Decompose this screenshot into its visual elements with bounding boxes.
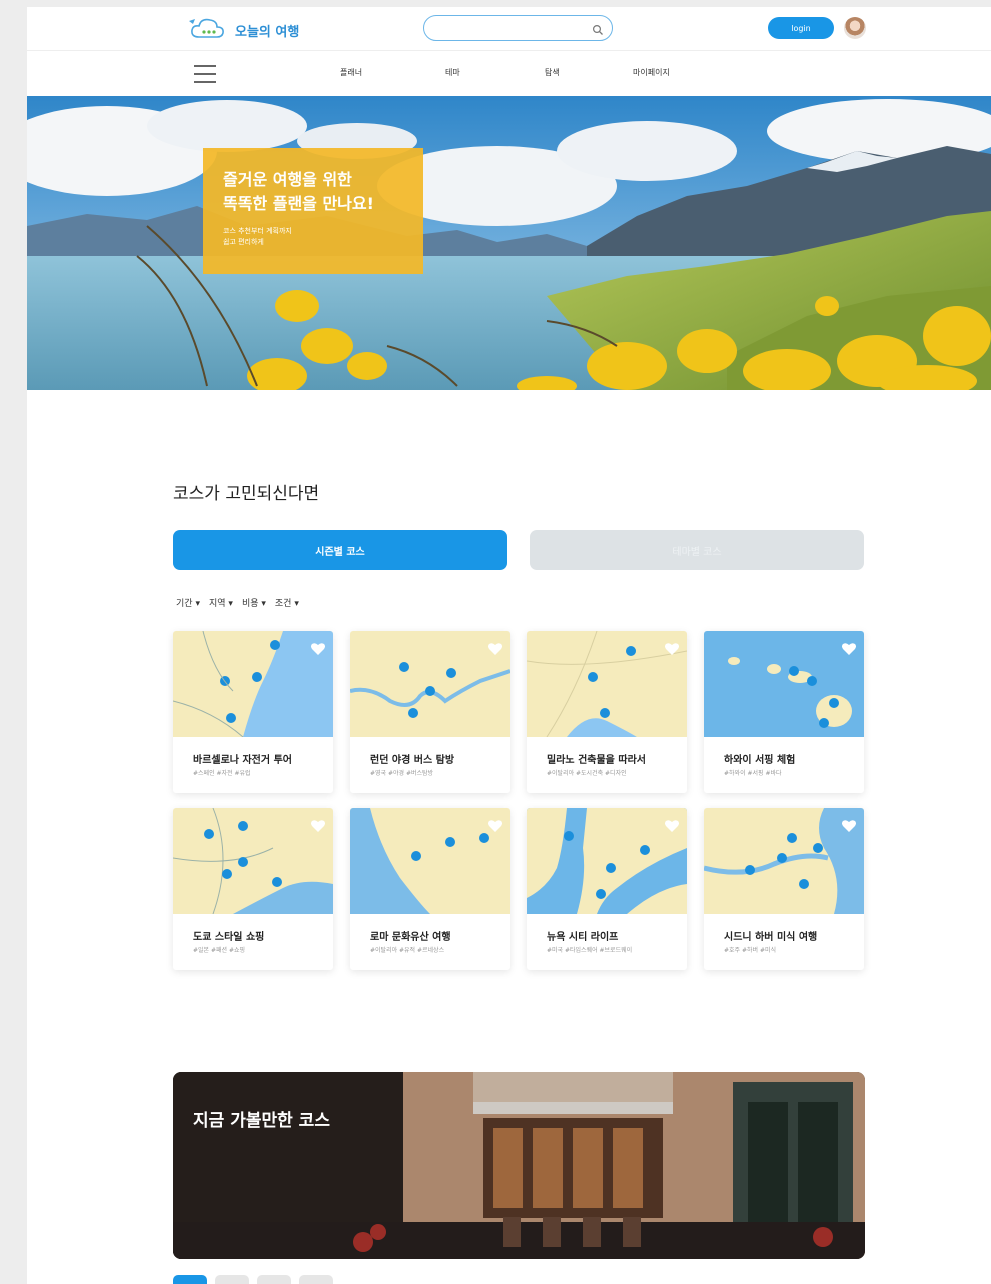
- menu-icon[interactable]: [194, 65, 216, 83]
- heart-icon[interactable]: [487, 818, 503, 837]
- avatar[interactable]: [844, 17, 866, 39]
- chevron-down-icon: ▾: [228, 599, 233, 609]
- filter-region[interactable]: 지역 ▾: [209, 596, 233, 609]
- filter-condition[interactable]: 조건 ▾: [275, 596, 299, 609]
- chevron-down-icon: ▾: [261, 599, 266, 609]
- nav-item-theme[interactable]: 테마: [445, 67, 460, 78]
- hero-promo-box: 즐거운 여행을 위한 똑똑한 플랜을 만나요! 코스 추천부터 계획까지 쉽고 …: [203, 148, 423, 274]
- filter-cost-label: 비용: [241, 599, 259, 609]
- map-thumbnail: [704, 808, 864, 914]
- course-card-hawaii[interactable]: 하와이 서핑 체험 #하와이 #서핑 #바다: [704, 631, 864, 793]
- logo[interactable]: 오늘의 여행: [187, 15, 299, 45]
- filter-bar: 기간 ▾ 지역 ▾ 비용 ▾ 조건 ▾: [176, 596, 299, 609]
- heart-icon[interactable]: [841, 641, 857, 660]
- map-thumbnail: [173, 631, 333, 737]
- card-title: 로마 문화유산 여행: [370, 932, 451, 943]
- card-tags: #이탈리아 #도시건축 #디자인: [547, 770, 627, 777]
- promo-title-line2: 똑똑한 플랜을 만나요!: [223, 194, 374, 213]
- heart-icon[interactable]: [664, 818, 680, 837]
- heart-icon[interactable]: [310, 818, 326, 837]
- pagination-dot[interactable]: [215, 1275, 249, 1284]
- cloud-logo-icon: [187, 15, 229, 45]
- pagination-dot[interactable]: [299, 1275, 333, 1284]
- carousel-pagination: [173, 1275, 333, 1284]
- section-title: 코스가 고민되신다면: [173, 484, 320, 504]
- hero-banner: 즐거운 여행을 위한 똑똑한 플랜을 만나요! 코스 추천부터 계획까지 쉽고 …: [27, 96, 991, 390]
- chevron-down-icon: ▾: [294, 599, 299, 609]
- heart-icon[interactable]: [487, 641, 503, 660]
- street-cafe-image: [173, 1072, 865, 1259]
- card-tags: #영국 #야경 #버스탐방: [370, 770, 434, 777]
- nav-bar: 플래너 테마 탐색 마이페이지: [27, 51, 991, 97]
- card-tags: #호주 #하버 #미식: [724, 947, 777, 954]
- map-thumbnail: [527, 631, 687, 737]
- filter-condition-label: 조건: [274, 599, 292, 609]
- hero-landscape-image: [27, 96, 991, 390]
- map-thumbnail: [350, 808, 510, 914]
- search-icon[interactable]: [592, 21, 604, 40]
- card-title: 하와이 서핑 체험: [724, 755, 796, 766]
- banner-title: 지금 가볼만한 코스: [193, 1111, 330, 1131]
- promo-subtitle-line2: 쉽고 편리하게: [223, 238, 264, 246]
- card-title: 시드니 하버 미식 여행: [724, 932, 818, 943]
- card-tags: #이탈리아 #유적 #르네상스: [370, 947, 445, 954]
- chevron-down-icon: ▾: [195, 599, 200, 609]
- course-card-tokyo[interactable]: 도쿄 스타일 쇼핑 #일본 #패션 #쇼핑: [173, 808, 333, 970]
- search-input[interactable]: [436, 19, 586, 37]
- map-thumbnail: [173, 808, 333, 914]
- promo-subtitle-line1: 코스 추천부터 계획까지: [223, 227, 292, 235]
- now-course-banner[interactable]: 지금 가볼만한 코스: [173, 1072, 865, 1259]
- pagination-dot[interactable]: [173, 1275, 207, 1284]
- pagination-dot[interactable]: [257, 1275, 291, 1284]
- heart-icon[interactable]: [841, 818, 857, 837]
- nav-item-explore[interactable]: 탐색: [545, 67, 560, 78]
- logo-text: 오늘의 여행: [235, 24, 300, 40]
- nav-item-planner[interactable]: 플래너: [340, 67, 362, 78]
- filter-period-label: 기간: [176, 599, 193, 609]
- course-card-rome[interactable]: 로마 문화유산 여행 #이탈리아 #유적 #르네상스: [350, 808, 510, 970]
- course-card-london[interactable]: 런던 야경 버스 탐방 #영국 #야경 #버스탐방: [350, 631, 510, 793]
- map-thumbnail: [350, 631, 510, 737]
- map-thumbnail: [527, 808, 687, 914]
- course-card-barcelona[interactable]: 바르셀로나 자전거 투어 #스페인 #자전 #유럽: [173, 631, 333, 793]
- filter-cost[interactable]: 비용 ▾: [242, 596, 266, 609]
- card-tags: #일본 #패션 #쇼핑: [193, 947, 246, 954]
- card-tags: #미국 #타임스퀘어 #브로드웨이: [547, 947, 633, 954]
- filter-period[interactable]: 기간 ▾: [176, 596, 200, 609]
- card-title: 바르셀로나 자전거 투어: [193, 755, 292, 766]
- course-card-milano[interactable]: 밀라노 건축물을 따라서 #이탈리아 #도시건축 #디자인: [527, 631, 687, 793]
- tab-theme-course[interactable]: 테마별 코스: [530, 530, 864, 570]
- card-title: 런던 야경 버스 탐방: [370, 755, 455, 766]
- heart-icon[interactable]: [664, 641, 680, 660]
- card-title: 도쿄 스타일 쇼핑: [193, 932, 265, 943]
- promo-title-line1: 즐거운 여행을 위한: [223, 170, 352, 189]
- heart-icon[interactable]: [310, 641, 326, 660]
- top-bar: 오늘의 여행 login: [27, 7, 991, 51]
- card-tags: #하와이 #서핑 #바다: [724, 770, 782, 777]
- filter-region-label: 지역: [208, 599, 226, 609]
- tab-season-course[interactable]: 시즌별 코스: [173, 530, 507, 570]
- map-thumbnail: [704, 631, 864, 737]
- search-box[interactable]: [423, 15, 613, 41]
- card-title: 밀라노 건축물을 따라서: [547, 755, 646, 766]
- page: 오늘의 여행 login 플래너 테마 탐색 마이페이지 즐거운 여행을 위한 …: [27, 7, 991, 1284]
- card-tags: #스페인 #자전 #유럽: [193, 770, 251, 777]
- course-card-sydney[interactable]: 시드니 하버 미식 여행 #호주 #하버 #미식: [704, 808, 864, 970]
- nav-item-mypage[interactable]: 마이페이지: [633, 67, 670, 78]
- card-title: 뉴욕 시티 라이프: [547, 932, 619, 943]
- course-card-newyork[interactable]: 뉴욕 시티 라이프 #미국 #타임스퀘어 #브로드웨이: [527, 808, 687, 970]
- login-button[interactable]: login: [768, 17, 834, 39]
